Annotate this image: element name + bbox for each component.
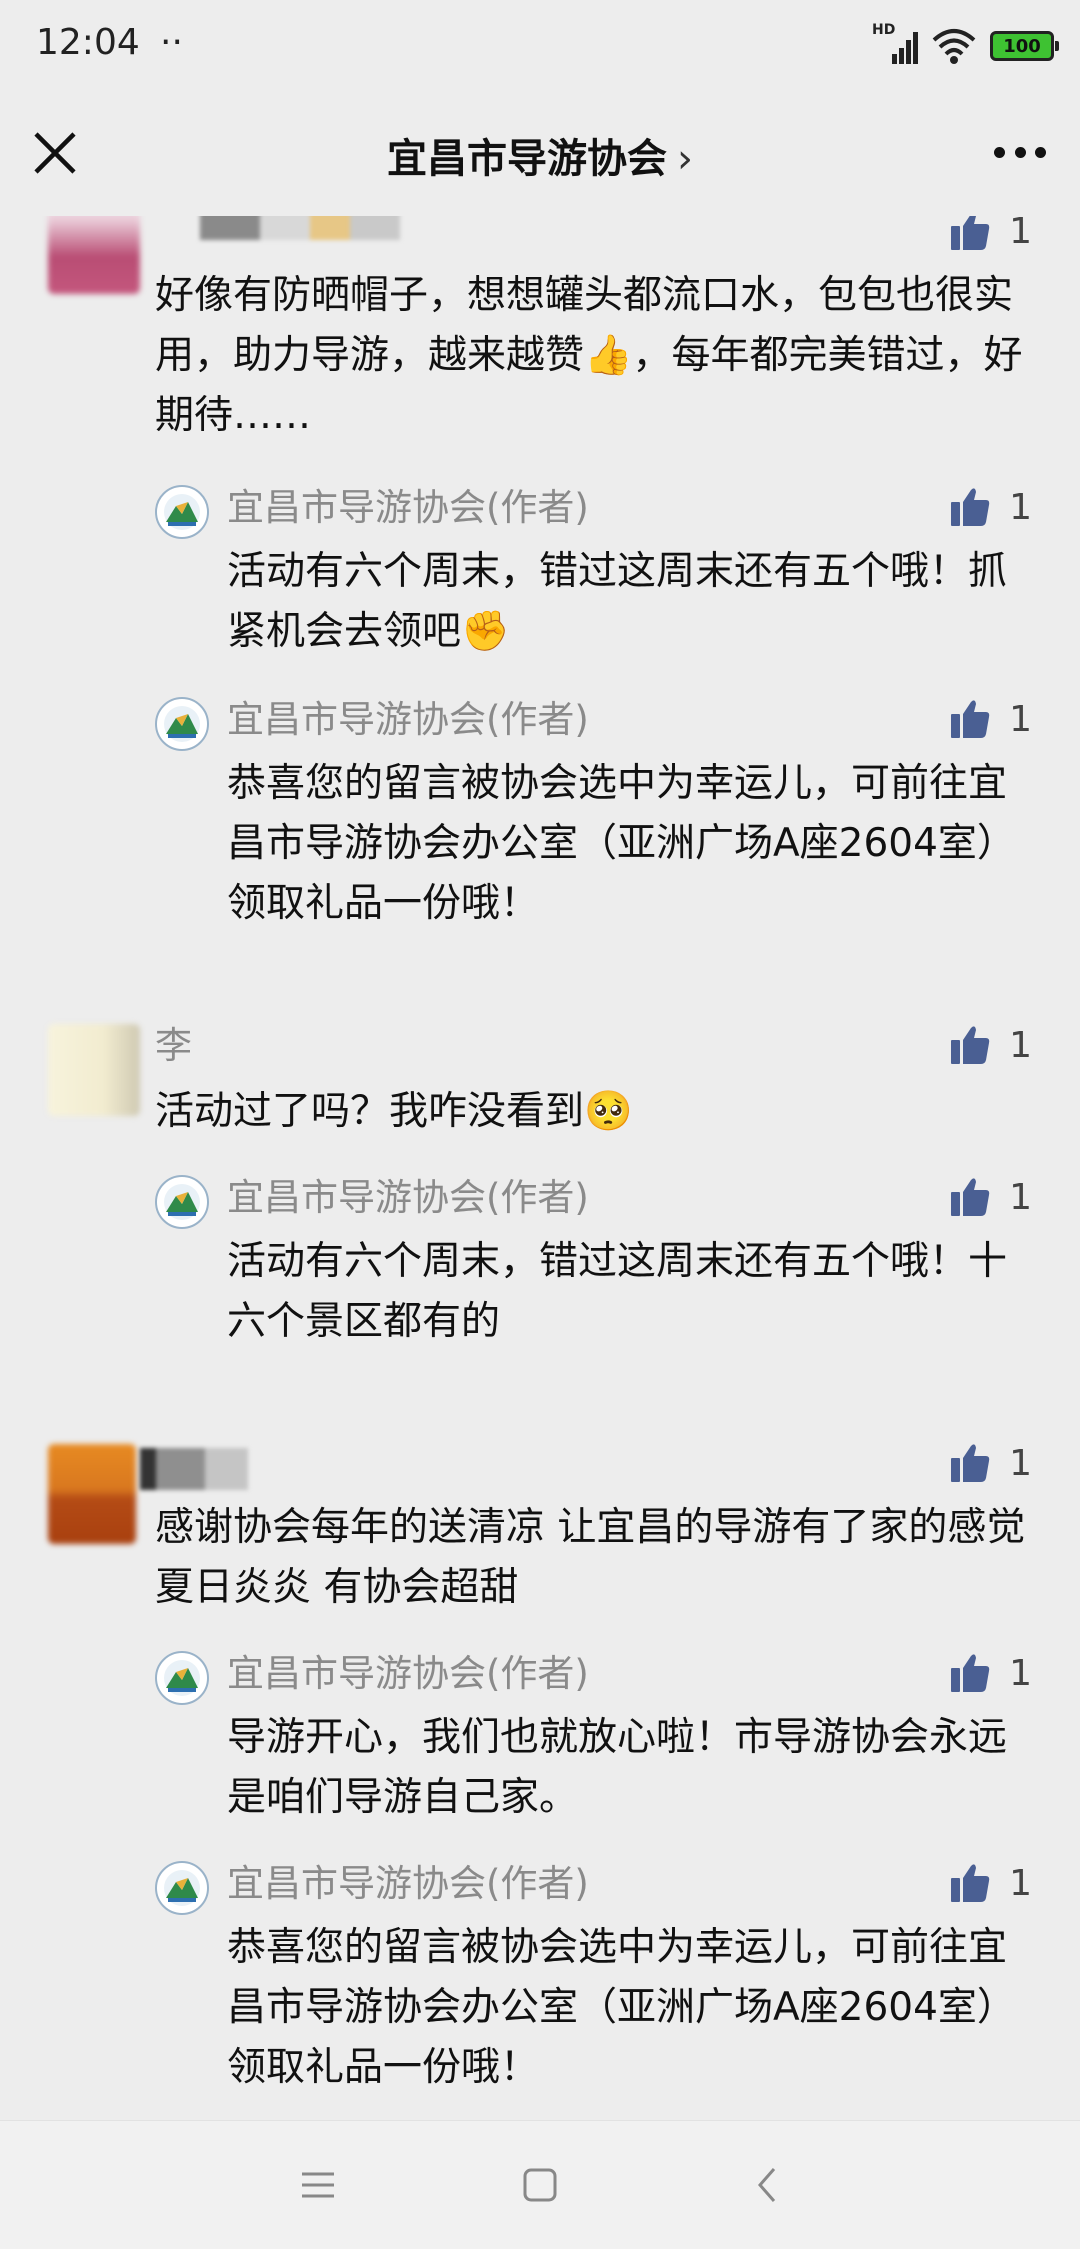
- thumbs-up-icon: [951, 1654, 990, 1692]
- like-count: 1: [1009, 486, 1032, 528]
- page-title[interactable]: 宜昌市导游协会 ›: [0, 126, 1080, 184]
- battery-level: 100: [1003, 35, 1041, 57]
- wifi-icon: [932, 29, 976, 64]
- like-button[interactable]: 1: [949, 1862, 1032, 1904]
- reply-text: 恭喜您的留言被协会选中为幸运儿，可前往宜昌市导游协会办公室（亚洲广场A座2604…: [227, 761, 1016, 926]
- battery-icon: 100: [990, 31, 1059, 61]
- thumbs-up-icon: [951, 1178, 990, 1216]
- reply-text: 恭喜您的留言被协会选中为幸运儿，可前往宜昌市导游协会办公室（亚洲广场A座2604…: [227, 1925, 1016, 2090]
- comment-list: 1 好像有防晒帽子，想想罐头都流口水，包包也很实用，助力导游，越来越赞👍，每年都…: [0, 216, 1080, 2120]
- reply-text: 活动有六个周末，错过这周末还有五个哦！抓紧机会去领吧✊: [227, 549, 1008, 654]
- like-button[interactable]: 1: [949, 698, 1032, 740]
- like-button[interactable]: 1: [949, 486, 1032, 528]
- back-chevron-icon[interactable]: [746, 2163, 790, 2207]
- association-logo-icon: [155, 1861, 209, 1915]
- reply-text: 导游开心，我们也就放心啦！市导游协会永远是咱们导游自己家。: [227, 1715, 1008, 1820]
- network-type-label: HD: [872, 22, 896, 38]
- reply-author: 宜昌市导游协会(作者): [227, 1862, 589, 1905]
- like-button[interactable]: 1: [949, 1442, 1032, 1484]
- avatar: [48, 216, 140, 294]
- system-nav-bar: [0, 2120, 1080, 2249]
- association-logo-icon: [155, 1651, 209, 1705]
- status-icons: HD 100: [872, 22, 1059, 68]
- association-logo-icon: [155, 697, 209, 751]
- thumbs-up-icon: [951, 488, 990, 526]
- reply-author: 宜昌市导游协会(作者): [227, 698, 589, 741]
- page-title-label: 宜昌市导游协会: [387, 136, 667, 182]
- thumbs-up-icon: [951, 1444, 990, 1482]
- more-icon[interactable]: [994, 144, 1046, 160]
- reply-author: 宜昌市导游协会(作者): [227, 486, 589, 529]
- status-notification-dots: ··: [160, 22, 183, 63]
- like-count: 1: [1009, 698, 1032, 740]
- commenter-name-blurred: [140, 1448, 248, 1490]
- signal-icon: HD: [872, 22, 918, 66]
- association-logo-icon: [155, 1175, 209, 1229]
- like-count: 1: [1009, 1862, 1032, 1904]
- home-square-icon[interactable]: [518, 2163, 562, 2207]
- like-count: 1: [1009, 1024, 1032, 1066]
- status-time: 12:04: [36, 22, 140, 63]
- like-button[interactable]: 1: [949, 216, 1032, 252]
- menu-icon[interactable]: [296, 2163, 340, 2207]
- thumbs-up-icon: [951, 216, 990, 250]
- like-button[interactable]: 1: [949, 1024, 1032, 1066]
- commenter-name-blurred: [200, 216, 400, 240]
- reply-author: 宜昌市导游协会(作者): [227, 1176, 589, 1219]
- like-count: 1: [1009, 1442, 1032, 1484]
- reply-author: 宜昌市导游协会(作者): [227, 1652, 589, 1695]
- like-button[interactable]: 1: [949, 1176, 1032, 1218]
- reply-text: 活动有六个周末，错过这周末还有五个哦！十六个景区都有的: [227, 1239, 1008, 1344]
- status-bar: 12:04 ·· HD 100: [0, 0, 1080, 92]
- avatar: [48, 1444, 136, 1544]
- title-bar: 宜昌市导游协会 ›: [0, 92, 1080, 216]
- thumbs-up-icon: [951, 700, 990, 738]
- comment-text: 好像有防晒帽子，想想罐头都流口水，包包也很实用，助力导游，越来越赞👍，每年都完美…: [155, 273, 1023, 438]
- commenter-name: 李: [155, 1024, 192, 1067]
- like-count: 1: [1009, 216, 1032, 252]
- comment-text: 感谢协会每年的送清凉 让宜昌的导游有了家的感觉 夏日炎炎 有协会超甜: [155, 1505, 1026, 1610]
- association-logo-icon: [155, 485, 209, 539]
- comment-text: 活动过了吗？我咋没看到🥺: [155, 1089, 633, 1134]
- thumbs-up-icon: [951, 1864, 990, 1902]
- chevron-right-icon: ›: [677, 136, 693, 182]
- thumbs-up-icon: [951, 1026, 990, 1064]
- avatar: [48, 1024, 140, 1116]
- like-button[interactable]: 1: [949, 1652, 1032, 1694]
- like-count: 1: [1009, 1176, 1032, 1218]
- like-count: 1: [1009, 1652, 1032, 1694]
